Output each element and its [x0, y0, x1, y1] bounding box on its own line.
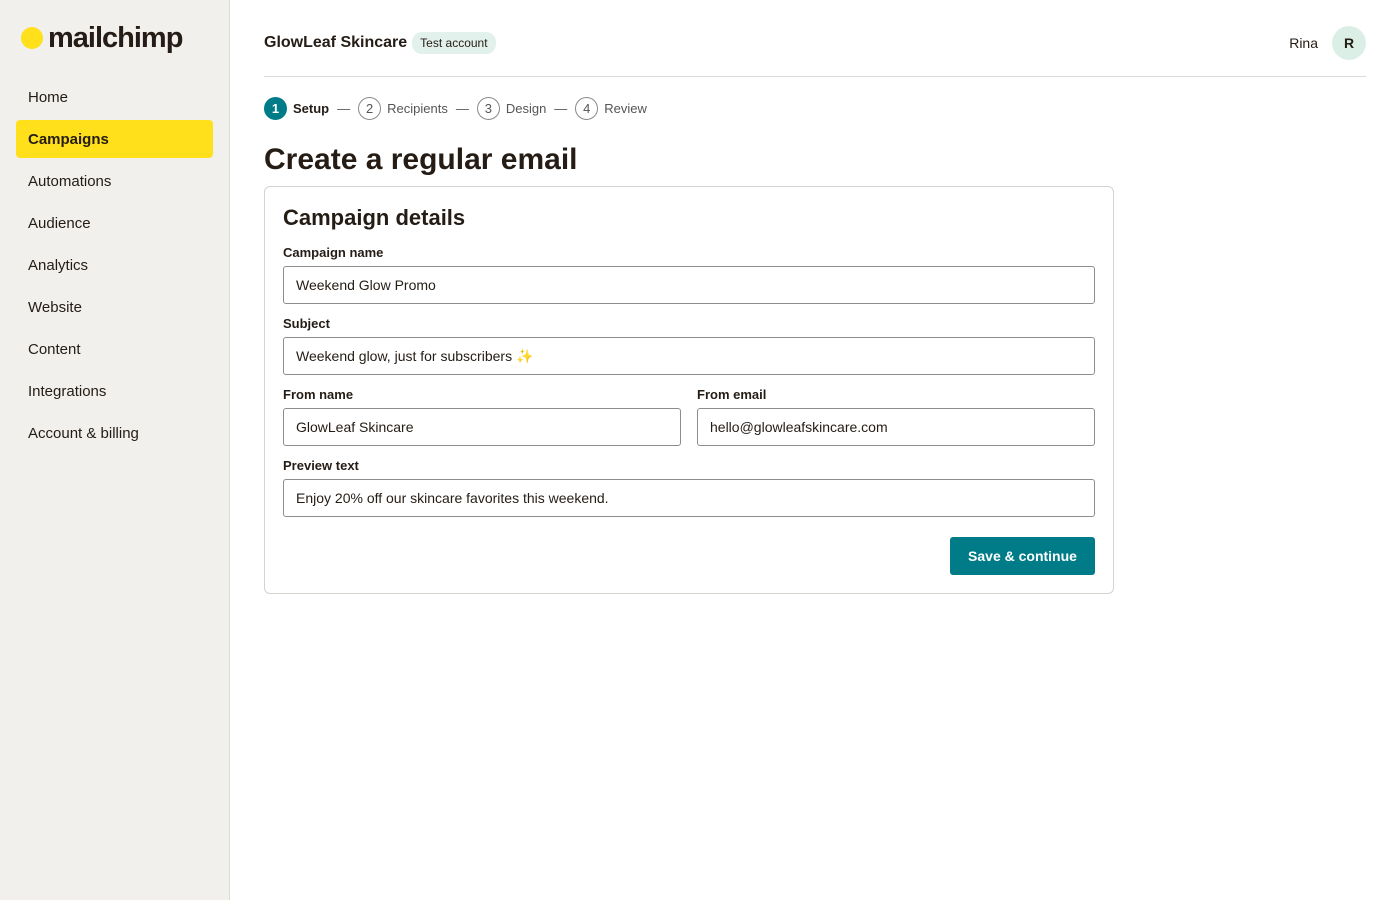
- step-separator: —: [455, 101, 469, 116]
- step-number: 3: [476, 97, 500, 120]
- step-design[interactable]: 3 Design: [476, 97, 547, 120]
- step-label: Recipients: [387, 101, 448, 116]
- logo-text: mailchimp: [48, 22, 183, 54]
- preview-text-label: Preview text: [283, 458, 359, 473]
- avatar[interactable]: R: [1332, 26, 1366, 60]
- step-label: Design: [505, 101, 547, 116]
- sidebar-nav: Home Campaigns Automations Audience Anal…: [16, 78, 213, 456]
- sidebar-item-audience[interactable]: Audience: [16, 204, 213, 242]
- step-label: Review: [604, 101, 647, 116]
- step-setup[interactable]: 1 Setup: [264, 97, 329, 120]
- mailchimp-logo[interactable]: mailchimp: [21, 22, 183, 54]
- campaign-details-card: Campaign details Campaign name Subject F…: [264, 186, 1114, 594]
- subject-label: Subject: [283, 316, 330, 331]
- stepper: 1 Setup — 2 Recipients — 3 Design — 4 Re…: [264, 97, 647, 120]
- sidebar-item-integrations[interactable]: Integrations: [16, 372, 213, 410]
- user-menu[interactable]: Rina R: [1289, 26, 1366, 60]
- from-name-input[interactable]: [283, 408, 681, 446]
- sidebar-item-analytics[interactable]: Analytics: [16, 246, 213, 284]
- sidebar-item-account-billing[interactable]: Account & billing: [16, 414, 213, 452]
- test-account-badge: Test account: [412, 32, 496, 54]
- page-title: Create a regular email: [264, 143, 578, 176]
- from-email-input[interactable]: [697, 408, 1095, 446]
- sidebar-item-automations[interactable]: Automations: [16, 162, 213, 200]
- from-name-label: From name: [283, 387, 354, 402]
- step-separator: —: [554, 101, 568, 116]
- sidebar-item-home[interactable]: Home: [16, 78, 213, 116]
- preview-text-input[interactable]: [283, 479, 1095, 517]
- step-recipients[interactable]: 2 Recipients: [358, 97, 448, 120]
- card-title: Campaign details: [283, 205, 466, 230]
- step-number: 2: [358, 97, 382, 120]
- org-name: GlowLeaf Skincare: [264, 34, 408, 51]
- save-continue-button[interactable]: Save & continue: [950, 537, 1095, 575]
- step-number: 1: [264, 97, 287, 120]
- campaign-name-input[interactable]: [283, 266, 1095, 304]
- topbar: GlowLeaf Skincare Test account Rina R: [264, 26, 1366, 60]
- step-review[interactable]: 4 Review: [575, 97, 647, 120]
- step-separator: —: [337, 101, 351, 116]
- step-number: 4: [575, 97, 599, 120]
- user-name[interactable]: Rina: [1289, 35, 1318, 51]
- step-label: Setup: [293, 101, 330, 116]
- subject-input[interactable]: [283, 337, 1095, 375]
- campaign-name-label: Campaign name: [283, 245, 384, 260]
- sidebar-item-website[interactable]: Website: [16, 288, 213, 326]
- sidebar-item-content[interactable]: Content: [16, 330, 213, 368]
- sidebar: mailchimp Home Campaigns Automations Aud…: [0, 0, 230, 900]
- sidebar-item-campaigns[interactable]: Campaigns: [16, 120, 213, 158]
- from-email-label: From email: [697, 387, 767, 402]
- header-divider: [264, 76, 1366, 77]
- logo-dot-icon: [21, 27, 43, 49]
